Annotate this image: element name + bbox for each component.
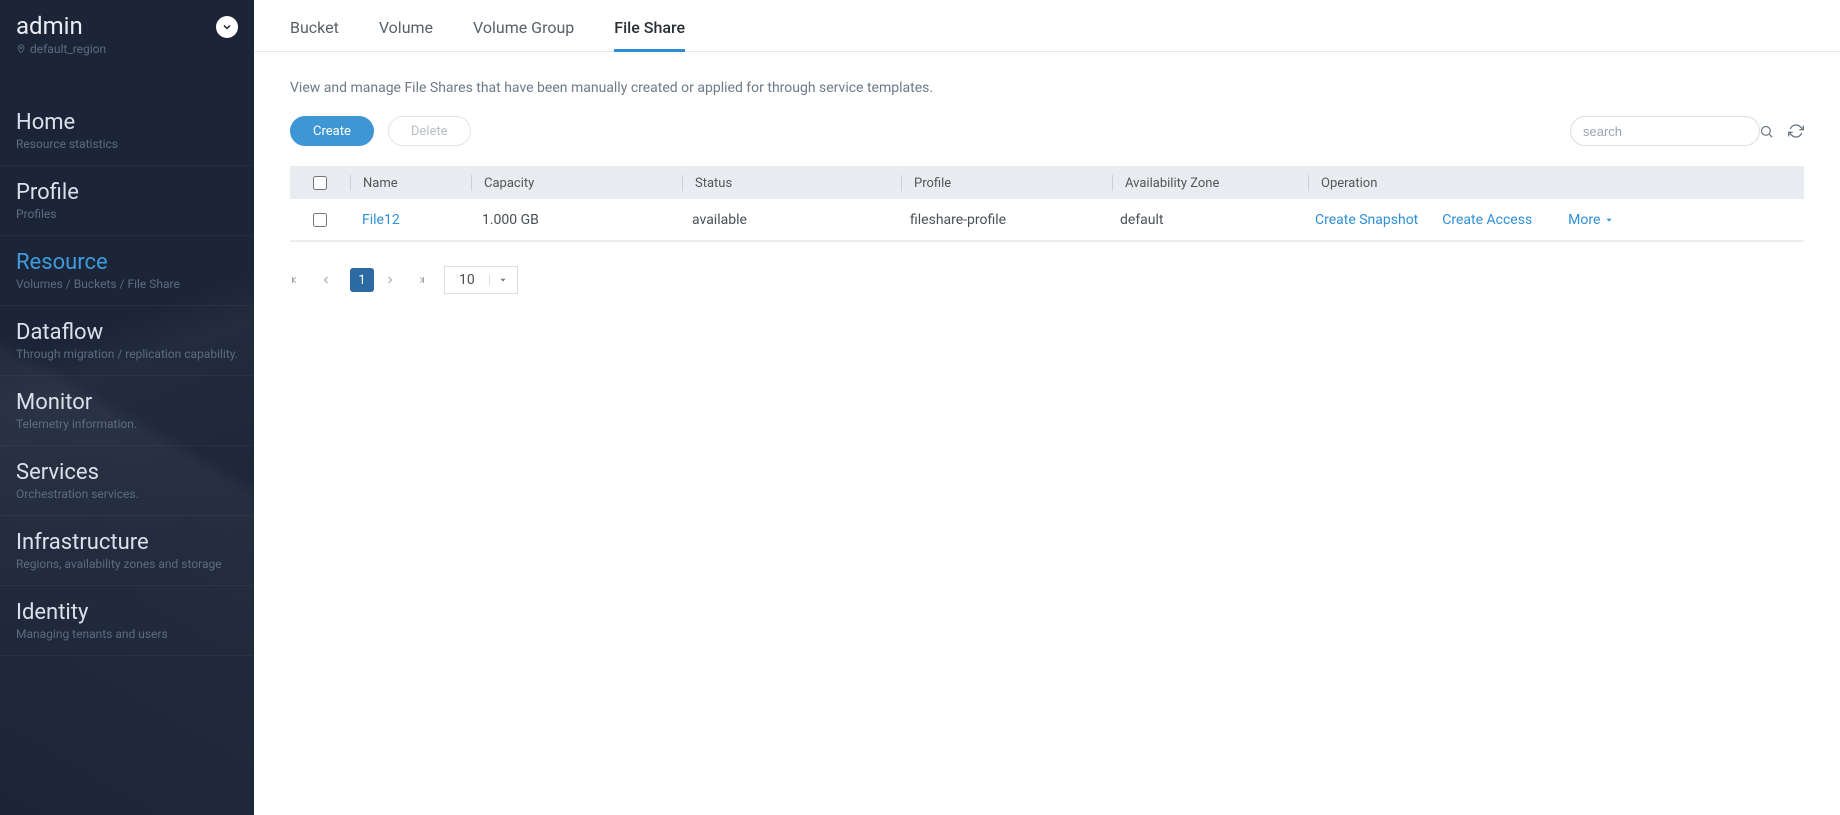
tab-file-share[interactable]: File Share [614, 18, 685, 51]
nav-title: Home [16, 110, 238, 135]
location-icon [16, 44, 26, 54]
col-operation: Operation [1309, 176, 1804, 191]
nav-subtitle: Through migration / replication capabili… [16, 347, 238, 361]
more-actions[interactable]: More [1568, 212, 1614, 228]
col-capacity[interactable]: Capacity [472, 176, 682, 191]
nav-title: Resource [16, 250, 238, 275]
create-access-link[interactable]: Create Access [1442, 212, 1532, 228]
tab-bucket[interactable]: Bucket [290, 18, 339, 51]
nav-subtitle: Regions, availability zones and storage [16, 557, 238, 571]
col-profile[interactable]: Profile [902, 176, 1112, 191]
user-menu-toggle[interactable] [216, 16, 238, 38]
search-input[interactable] [1583, 124, 1759, 139]
nav-subtitle: Volumes / Buckets / File Share [16, 277, 238, 291]
search-box[interactable] [1570, 116, 1760, 146]
sidebar: admin default_region Home Resource statis… [0, 0, 254, 815]
cell-availability-zone: default [1108, 212, 1303, 228]
sidebar-item-services[interactable]: Services Orchestration services. [0, 446, 254, 516]
nav: Home Resource statistics Profile Profiles Re… [0, 96, 254, 656]
sidebar-item-dataflow[interactable]: Dataflow Through migration / replication … [0, 306, 254, 376]
table-row: File12 1.000 GBavailablefileshare-profile… [290, 199, 1804, 241]
fileshare-table: Name Capacity Status Profile Availabilit… [290, 166, 1804, 242]
col-availability-zone[interactable]: Availability Zone [1113, 176, 1308, 191]
create-button[interactable]: Create [290, 116, 374, 146]
refresh-icon[interactable] [1788, 123, 1804, 139]
page-prev[interactable] [320, 274, 340, 286]
user-name: admin [16, 12, 106, 40]
sidebar-item-resource[interactable]: Resource Volumes / Buckets / File Share [0, 236, 254, 306]
nav-title: Services [16, 460, 238, 485]
nav-title: Dataflow [16, 320, 238, 345]
page-first[interactable] [290, 274, 310, 286]
create-snapshot-link[interactable]: Create Snapshot [1315, 212, 1418, 228]
nav-subtitle: Managing tenants and users [16, 627, 238, 641]
nav-subtitle: Resource statistics [16, 137, 238, 151]
sidebar-item-profile[interactable]: Profile Profiles [0, 166, 254, 236]
user-region-label: default_region [30, 42, 106, 56]
nav-title: Infrastructure [16, 530, 238, 555]
page-size-value: 10 [445, 272, 489, 288]
pagination: 1 10 [254, 242, 1840, 318]
chevron-down-icon[interactable] [489, 275, 517, 285]
nav-title: Monitor [16, 390, 238, 415]
nav-subtitle: Orchestration services. [16, 487, 238, 501]
sidebar-item-identity[interactable]: Identity Managing tenants and users [0, 586, 254, 656]
page-next[interactable] [384, 274, 404, 286]
sidebar-item-infrastructure[interactable]: Infrastructure Regions, availability zone… [0, 516, 254, 586]
tab-volume[interactable]: Volume [379, 18, 433, 51]
nav-title: Profile [16, 180, 238, 205]
page-size-select[interactable]: 10 [444, 266, 518, 294]
main: Bucket Volume Volume Group File Share View … [254, 0, 1840, 815]
row-checkbox[interactable] [313, 213, 327, 227]
select-all-checkbox[interactable] [313, 176, 327, 190]
delete-button[interactable]: Delete [388, 116, 471, 146]
col-name[interactable]: Name [351, 176, 471, 191]
nav-subtitle: Profiles [16, 207, 238, 221]
table-header: Name Capacity Status Profile Availabilit… [290, 167, 1804, 199]
user-region: default_region [16, 42, 106, 56]
page-description: View and manage File Shares that have be… [254, 52, 1840, 116]
cell-status: available [680, 212, 898, 228]
sidebar-item-home[interactable]: Home Resource statistics [0, 96, 254, 166]
toolbar: Create Delete [254, 116, 1840, 146]
sidebar-item-monitor[interactable]: Monitor Telemetry information. [0, 376, 254, 446]
nav-title: Identity [16, 600, 238, 625]
tab-volume-group[interactable]: Volume Group [473, 18, 574, 51]
cell-capacity: 1.000 GB [470, 212, 680, 228]
col-status[interactable]: Status [683, 176, 901, 191]
fileshare-name-link[interactable]: File12 [362, 212, 400, 228]
nav-subtitle: Telemetry information. [16, 417, 238, 431]
page-current[interactable]: 1 [350, 268, 374, 292]
page-last[interactable] [414, 274, 434, 286]
cell-profile: fileshare-profile [898, 212, 1108, 228]
user-block: admin default_region [0, 0, 254, 66]
search-icon[interactable] [1759, 124, 1774, 139]
tabs: Bucket Volume Volume Group File Share [254, 0, 1840, 52]
